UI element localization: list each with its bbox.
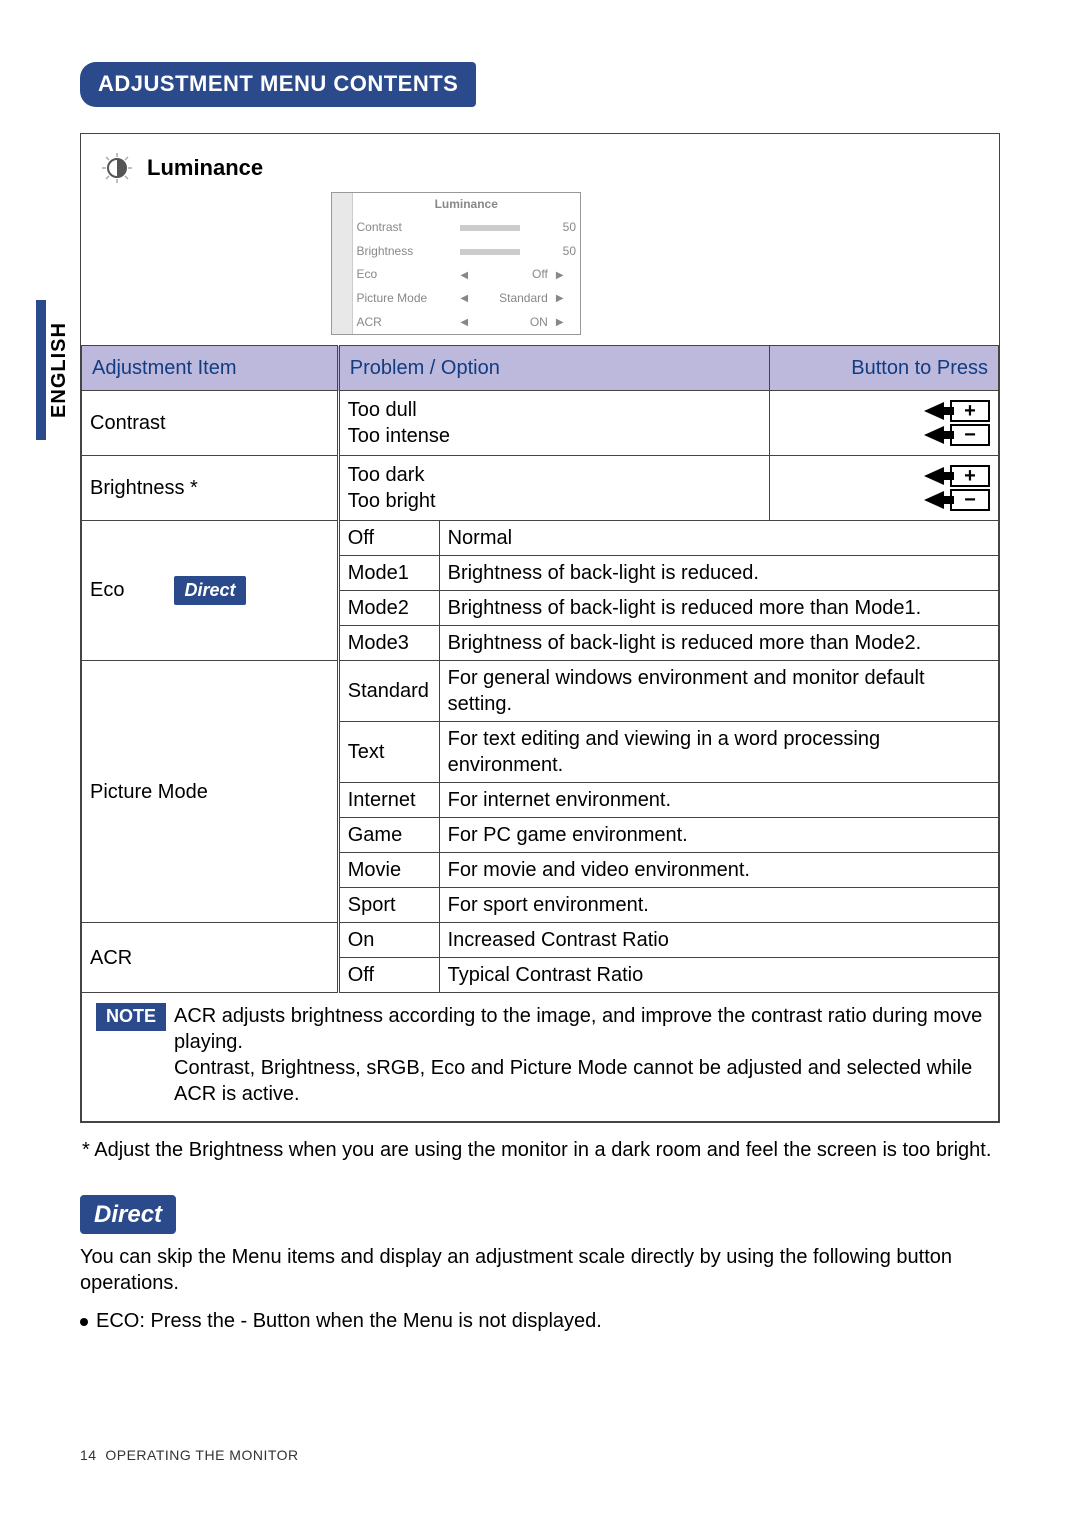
option-cell: Standard <box>338 661 439 722</box>
desc-cell: Normal <box>439 521 998 556</box>
option-cell: Mode3 <box>338 626 439 661</box>
item-contrast: Contrast <box>82 391 339 456</box>
desc-cell: For sport environment. <box>439 888 998 923</box>
item-brightness: Brightness * <box>82 456 339 521</box>
option-cell: Movie <box>338 853 439 888</box>
item-acr: ACR <box>82 923 339 993</box>
option-cell: Sport <box>338 888 439 923</box>
option-cell: Mode2 <box>338 591 439 626</box>
page-footer: 14 OPERATING THE MONITOR <box>80 1446 299 1464</box>
page-title: ADJUSTMENT MENU CONTENTS <box>80 62 476 107</box>
note-line: Contrast, Brightness, sRGB, Eco and Pict… <box>174 1055 984 1107</box>
press-arrow-icon <box>924 402 944 420</box>
desc-cell: For general windows environment and moni… <box>439 661 998 722</box>
option-cell: Off <box>338 521 439 556</box>
item-eco-label: Eco <box>90 579 124 601</box>
th-problem: Problem / Option <box>338 346 769 391</box>
desc-cell: For PC game environment. <box>439 818 998 853</box>
desc-cell: Typical Contrast Ratio <box>439 958 998 993</box>
option-cell: On <box>338 923 439 958</box>
osd-row-value: 50 <box>552 240 580 264</box>
table-row: Brightness * Too dark Too bright + − <box>82 456 999 521</box>
problem-text: Too bright <box>348 488 761 514</box>
problem-text: Too dark <box>348 462 761 488</box>
minus-button[interactable]: − <box>950 489 990 511</box>
option-cell: Game <box>338 818 439 853</box>
main-box: Luminance Luminance Contrast 50 Brightne… <box>80 133 1000 1124</box>
bullet-icon <box>80 1318 88 1326</box>
brightness-footnote: * Adjust the Brightness when you are usi… <box>80 1137 1000 1163</box>
problem-text: Too intense <box>348 423 761 449</box>
page-number: 14 <box>80 1447 97 1463</box>
desc-cell: Brightness of back-light is reduced more… <box>439 626 998 661</box>
direct-text: You can skip the Menu items and display … <box>80 1244 1000 1296</box>
th-item: Adjustment Item <box>82 346 339 391</box>
footer-text: OPERATING THE MONITOR <box>105 1447 298 1463</box>
table-row: Picture Mode Standard For general window… <box>82 661 999 722</box>
table-row: Contrast Too dull Too intense + − <box>82 391 999 456</box>
note-line: ACR adjusts brightness according to the … <box>174 1003 984 1055</box>
press-arrow-icon <box>924 467 944 485</box>
osd-row-label: Eco <box>352 263 456 287</box>
option-cell: Off <box>338 958 439 993</box>
luminance-icon <box>99 150 135 186</box>
language-tab-label: ENGLISH <box>46 322 72 418</box>
osd-row-value: ON <box>477 311 552 335</box>
desc-cell: For internet environment. <box>439 783 998 818</box>
th-button: Button to Press <box>769 346 998 391</box>
note-block: NOTE ACR adjusts brightness according to… <box>81 993 999 1122</box>
direct-heading: Direct <box>80 1195 176 1234</box>
desc-cell: Increased Contrast Ratio <box>439 923 998 958</box>
desc-cell: For text editing and viewing in a word p… <box>439 722 998 783</box>
osd-row-value: Standard <box>477 287 552 311</box>
direct-bullet-text: ECO: Press the - Button when the Menu is… <box>96 1310 602 1332</box>
press-arrow-icon <box>924 426 944 444</box>
problem-cell: Too dull Too intense <box>338 391 769 456</box>
osd-row-value: Off <box>477 263 552 287</box>
direct-badge: Direct <box>174 576 245 605</box>
minus-button[interactable]: − <box>950 424 990 446</box>
button-cell: + − <box>769 456 998 521</box>
section-title: Luminance <box>147 150 263 183</box>
osd-row-value: 50 <box>552 216 580 240</box>
osd-preview: Luminance Contrast 50 Brightness 50 Eco … <box>331 192 581 336</box>
section-header: Luminance <box>81 134 999 192</box>
desc-cell: For movie and video environment. <box>439 853 998 888</box>
osd-row-label: Picture Mode <box>352 287 456 311</box>
direct-section: Direct You can skip the Menu items and d… <box>80 1195 1000 1334</box>
table-header-row: Adjustment Item Problem / Option Button … <box>82 346 999 391</box>
button-cell: + − <box>769 391 998 456</box>
item-picture-mode: Picture Mode <box>82 661 339 923</box>
adjustment-table: Adjustment Item Problem / Option Button … <box>81 345 999 993</box>
language-tab: ENGLISH <box>36 300 72 440</box>
option-cell: Internet <box>338 783 439 818</box>
note-badge: NOTE <box>96 1003 166 1030</box>
plus-button[interactable]: + <box>950 465 990 487</box>
direct-bullet: ECO: Press the - Button when the Menu is… <box>80 1308 1000 1334</box>
press-arrow-icon <box>924 491 944 509</box>
plus-button[interactable]: + <box>950 400 990 422</box>
problem-text: Too dull <box>348 397 761 423</box>
option-cell: Text <box>338 722 439 783</box>
osd-row-label: ACR <box>352 311 456 335</box>
osd-row-label: Contrast <box>352 216 456 240</box>
desc-cell: Brightness of back-light is reduced more… <box>439 591 998 626</box>
table-row: ACR On Increased Contrast Ratio <box>82 923 999 958</box>
table-row: Eco Direct Off Normal <box>82 521 999 556</box>
option-cell: Mode1 <box>338 556 439 591</box>
desc-cell: Brightness of back-light is reduced. <box>439 556 998 591</box>
problem-cell: Too dark Too bright <box>338 456 769 521</box>
item-eco: Eco Direct <box>82 521 339 661</box>
osd-title: Luminance <box>352 193 580 217</box>
osd-row-label: Brightness <box>352 240 456 264</box>
